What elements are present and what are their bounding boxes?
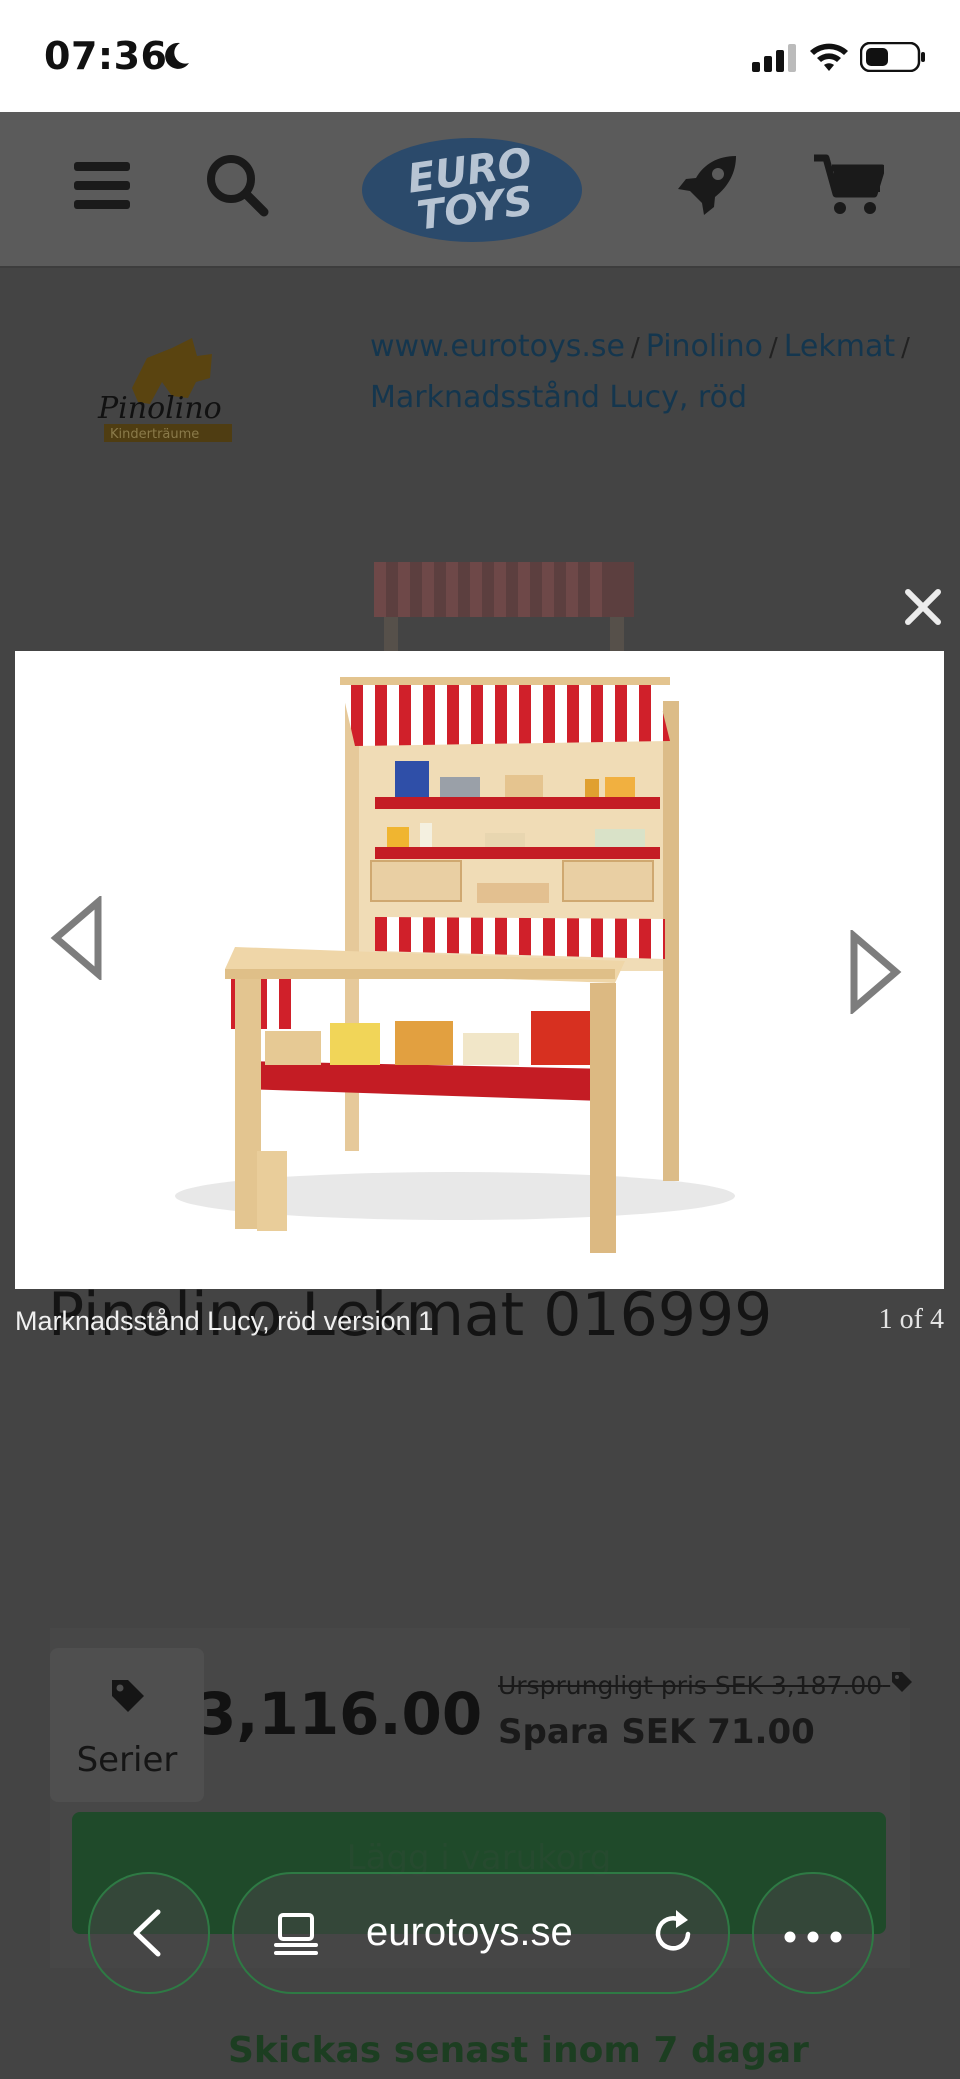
brand-tagline: Kinderträume [110,427,199,442]
status-bar: 07:36 [0,0,960,112]
breadcrumb-separator: / [768,333,778,363]
breadcrumb-separator: / [631,333,640,363]
tag-icon [890,1671,914,1700]
more-options-button[interactable] [752,1872,874,1994]
breadcrumb: www.eurotoys.se / Pinolino / Lekmat / Marknads… [370,322,930,423]
chevron-left-icon [130,1908,162,1962]
cellular-signal-icon [752,42,798,76]
reload-icon[interactable] [650,1908,698,1962]
tabs-icon[interactable] [274,1912,318,1960]
address-bar[interactable]: eurotoys.se [232,1872,730,1994]
eurotoys-logo[interactable]: EURO TOYS [362,138,582,242]
rocket-icon[interactable] [674,152,740,222]
pinolino-brand-logo[interactable]: Pinolino Kinderträume [92,318,252,448]
breadcrumb-brand[interactable]: Pinolino [646,329,763,364]
previous-image-icon[interactable] [50,894,104,984]
cart-icon[interactable] [812,154,886,222]
lightbox-counter: 1 of 4 [878,1304,944,1335]
browser-back-button[interactable] [88,1872,210,1994]
original-price: Ursprungligt pris SEK 3,187.00 [498,1670,914,1700]
url-text: eurotoys.se [366,1910,573,1954]
wifi-icon [808,40,850,76]
brand-name: Pinolino [97,391,222,426]
status-time: 07:36 [44,34,168,78]
moon-icon [160,40,192,76]
series-button-label: Serier [76,1740,178,1780]
lightbox-caption: Marknadsstånd Lucy, röd version 1 [15,1306,434,1336]
next-image-icon[interactable] [848,928,902,1018]
battery-icon [859,41,926,76]
tag-icon [108,1676,148,1720]
product-price: 3,116.00 [196,1680,483,1748]
breadcrumb-separator: / [901,333,910,363]
more-dots-icon [784,1928,842,1947]
search-icon[interactable] [204,152,270,222]
original-price-text: Ursprungligt pris SEK 3,187.00 [498,1671,883,1700]
background-product-image [344,554,664,651]
savings-text: Spara SEK 71.00 [498,1712,815,1752]
breadcrumb-category[interactable]: Lekmat [784,329,895,364]
series-button[interactable]: Serier [50,1648,204,1802]
breadcrumb-current[interactable]: Marknadsstånd Lucy, röd [370,380,747,415]
close-icon[interactable] [900,584,946,630]
breadcrumb-home[interactable]: www.eurotoys.se [370,329,625,364]
lightbox-image [15,651,944,1289]
menu-icon[interactable] [74,160,130,216]
shipping-info: Skickas senast inom 7 dagar [228,2030,809,2071]
